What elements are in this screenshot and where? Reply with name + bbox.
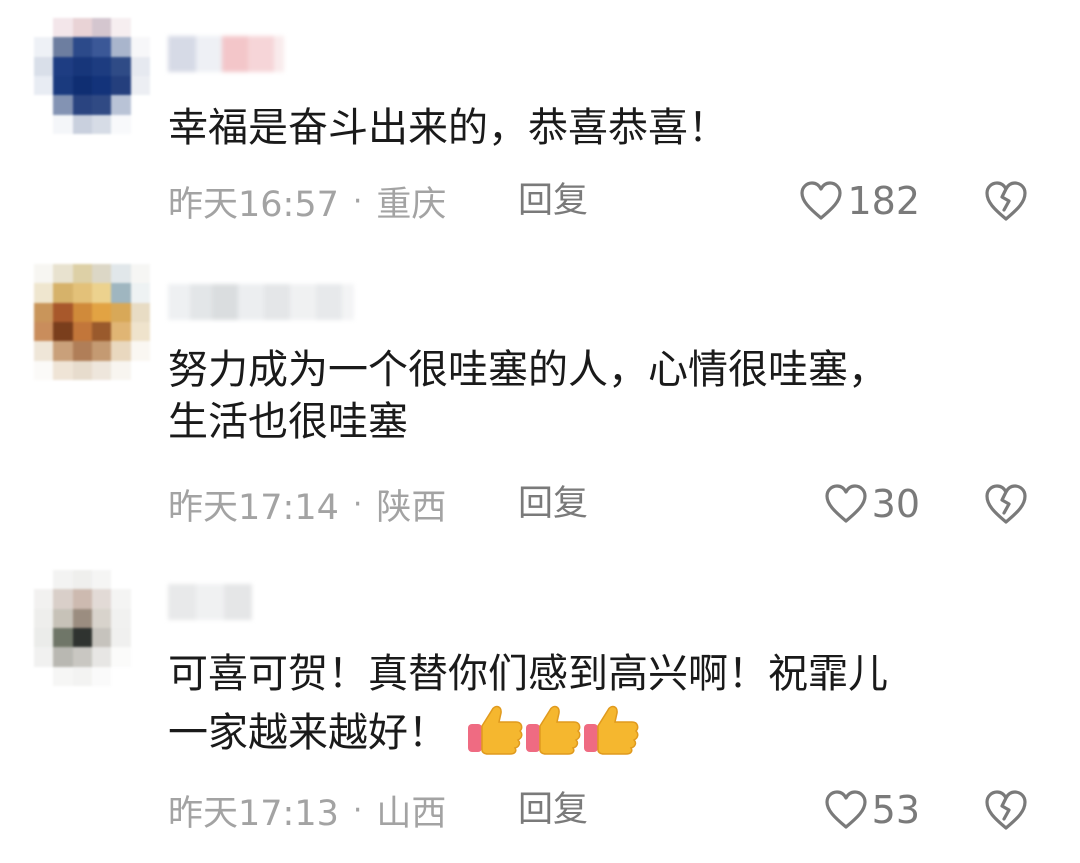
comment-time: 昨天17:14 xyxy=(168,487,339,528)
thumbs-up-icon xyxy=(584,705,639,755)
meta-separator: · xyxy=(352,792,363,828)
broken-heart-icon xyxy=(985,790,1027,830)
comment-location: 陕西 xyxy=(376,487,447,528)
comment-time: 昨天16:57 xyxy=(168,184,339,225)
comment-meta: 昨天16:57 · 重庆 xyxy=(168,179,446,225)
reply-button[interactable]: 回复 xyxy=(518,482,588,526)
comment-location: 山西 xyxy=(376,793,447,834)
comment-text: 努力成为一个很哇塞的人，心情很哇塞， 生活也很哇塞 xyxy=(168,347,888,445)
heart-outline-icon xyxy=(825,484,867,523)
username-blurred[interactable] xyxy=(168,284,354,320)
meta-separator: · xyxy=(352,183,363,219)
broken-heart-icon xyxy=(985,181,1027,221)
avatar[interactable] xyxy=(34,18,150,134)
comment-meta: 昨天17:13 · 山西 xyxy=(168,788,446,834)
thumbs-up-icon xyxy=(468,705,523,755)
dislike-button[interactable] xyxy=(984,788,1028,832)
broken-heart-icon xyxy=(985,484,1027,524)
avatar[interactable] xyxy=(34,264,150,380)
reply-button[interactable]: 回复 xyxy=(518,179,588,223)
like-count: 30 xyxy=(871,482,920,526)
like-count: 53 xyxy=(871,788,920,832)
avatar[interactable] xyxy=(34,570,150,686)
comment-text: 可喜可贺！真替你们感到高兴啊！祝霏儿 一家越来越好！ xyxy=(168,648,1028,769)
thumbs-up-icon xyxy=(526,705,581,755)
comment-text: 幸福是奋斗出来的，恭喜恭喜！ xyxy=(168,105,728,151)
emoji-group xyxy=(464,700,639,769)
heart-outline-icon xyxy=(825,790,867,829)
username-blurred[interactable] xyxy=(168,36,284,72)
reply-button[interactable]: 回复 xyxy=(518,788,588,832)
like-button[interactable]: 182 xyxy=(799,179,920,223)
meta-separator: · xyxy=(352,486,363,522)
dislike-button[interactable] xyxy=(984,482,1028,526)
username-blurred[interactable] xyxy=(168,584,252,620)
like-button[interactable]: 30 xyxy=(824,482,920,526)
comment-meta: 昨天17:14 · 陕西 xyxy=(168,482,446,528)
dislike-button[interactable] xyxy=(984,179,1028,223)
like-button[interactable]: 53 xyxy=(824,788,920,832)
comment-location: 重庆 xyxy=(376,184,447,225)
like-count: 182 xyxy=(847,179,920,223)
heart-outline-icon xyxy=(800,181,843,220)
comment-time: 昨天17:13 xyxy=(168,793,339,834)
